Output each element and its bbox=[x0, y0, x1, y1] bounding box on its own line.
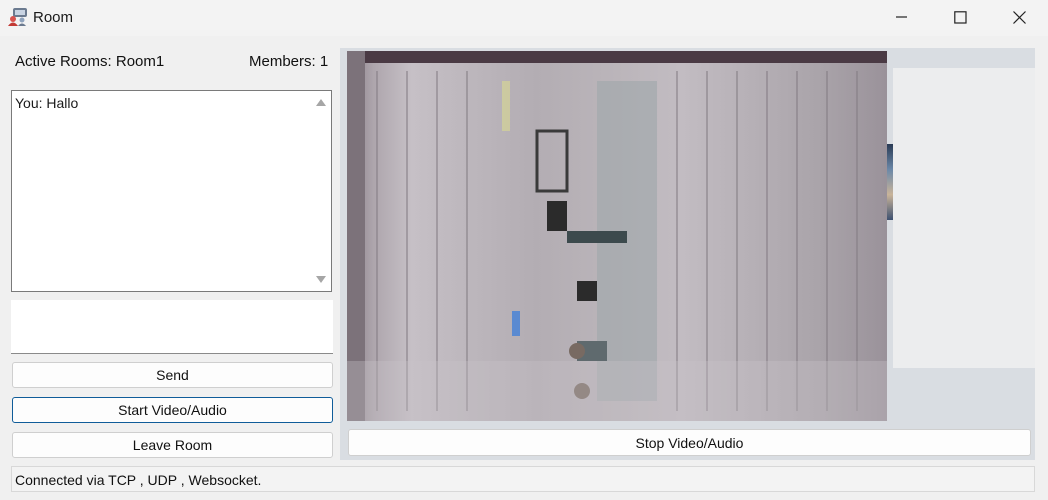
connection-status-text: Connected via TCP , UDP , Websocket. bbox=[15, 472, 262, 488]
title-bar: Room bbox=[0, 0, 1048, 36]
scroll-up-icon[interactable] bbox=[316, 99, 326, 106]
video-panel-background bbox=[893, 68, 1035, 368]
send-button[interactable]: Send bbox=[12, 362, 333, 388]
start-video-audio-button[interactable]: Start Video/Audio bbox=[12, 397, 333, 423]
chat-app-icon bbox=[8, 8, 27, 26]
members-count: Members: 1 bbox=[249, 53, 329, 70]
window-title: Room bbox=[33, 9, 74, 26]
active-rooms-label: Active Rooms: Room1 bbox=[15, 53, 165, 70]
leave-room-button[interactable]: Leave Room bbox=[12, 432, 333, 458]
local-camera-feed bbox=[347, 51, 887, 421]
status-bar: Connected via TCP , UDP , Websocket. bbox=[11, 466, 1035, 492]
stop-video-audio-button[interactable]: Stop Video/Audio bbox=[348, 429, 1031, 456]
remote-video-thumbnail bbox=[887, 144, 893, 220]
close-icon bbox=[1012, 10, 1026, 24]
chat-history[interactable]: You: Hallo bbox=[11, 90, 332, 292]
chat-message: You: Hallo bbox=[15, 95, 79, 111]
close-button[interactable] bbox=[990, 0, 1048, 34]
minimize-icon bbox=[896, 16, 907, 18]
camera-feed-image bbox=[347, 51, 887, 421]
video-panel bbox=[340, 48, 1035, 460]
maximize-icon bbox=[953, 10, 967, 24]
message-input[interactable] bbox=[11, 300, 333, 354]
minimize-button[interactable] bbox=[873, 0, 931, 34]
scroll-down-icon[interactable] bbox=[316, 276, 326, 283]
maximize-button[interactable] bbox=[931, 0, 989, 34]
